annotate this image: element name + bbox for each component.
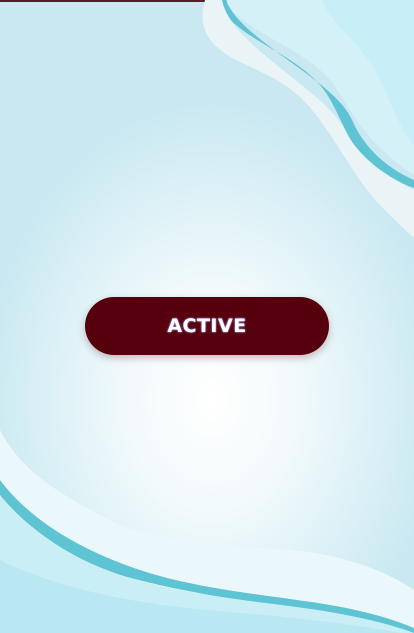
active-button-label: ACTIVE (167, 315, 247, 337)
active-button[interactable]: ACTIVE (85, 297, 329, 355)
app-screen: ACTIVE (0, 0, 414, 633)
